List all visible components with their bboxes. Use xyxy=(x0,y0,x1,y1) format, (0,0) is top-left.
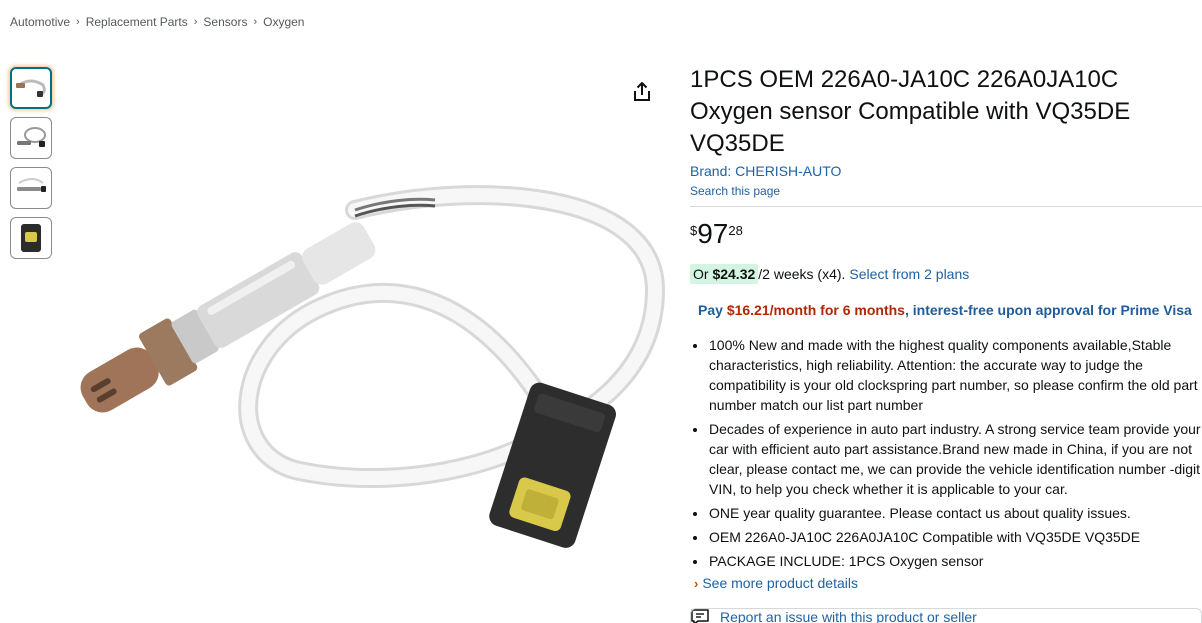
breadcrumb-automotive[interactable]: Automotive xyxy=(10,15,70,29)
thumbnail-list xyxy=(10,67,52,259)
chevron-right-icon: › xyxy=(694,575,699,591)
breadcrumb-oxygen[interactable]: Oxygen xyxy=(263,15,304,29)
breadcrumb-replacement-parts[interactable]: Replacement Parts xyxy=(86,15,188,29)
product-info: 1PCS OEM 226A0-JA10C 226A0JA10C Oxygen s… xyxy=(690,64,1202,623)
installment-amount: $24.32 xyxy=(712,266,756,282)
feature-bullet: PACKAGE INCLUDE: 1PCS Oxygen sensor xyxy=(708,551,1202,571)
sensor-coiled-thumbnail-icon xyxy=(17,127,46,147)
sensor-wire-thumbnail-icon xyxy=(16,79,46,97)
promo-pay: Pay xyxy=(698,302,727,318)
installment-offer: Or $24.32 /2 weeks (x4). Select from 2 p… xyxy=(690,264,1202,284)
connector-thumbnail-icon xyxy=(21,224,41,252)
promo-amount: $16.21/month for 6 months xyxy=(726,302,905,318)
divider xyxy=(690,206,1202,207)
price-symbol: $ xyxy=(690,223,698,238)
brand-link[interactable]: Brand: CHERISH-AUTO xyxy=(690,163,1202,179)
sensor-side-thumbnail-icon xyxy=(17,178,46,192)
price-whole: 97 xyxy=(697,218,729,249)
breadcrumb-separator: › xyxy=(253,16,258,28)
breadcrumb-sensors[interactable]: Sensors xyxy=(203,15,247,29)
installment-highlight: Or $24.32 xyxy=(690,264,759,284)
installment-rest: /2 weeks (x4). xyxy=(758,266,846,282)
breadcrumb-separator: › xyxy=(193,16,198,28)
buy-box-edge xyxy=(690,608,1202,623)
price: $ 97 28 xyxy=(690,220,1202,248)
price-fraction: 28 xyxy=(728,223,743,238)
see-more-label: See more product details xyxy=(702,575,858,591)
thumbnail-2[interactable] xyxy=(10,117,52,159)
feature-bullets: 100% New and made with the highest quali… xyxy=(690,335,1202,571)
select-plans-link[interactable]: Select from 2 plans xyxy=(849,266,969,282)
see-more-details-link[interactable]: › See more product details xyxy=(694,575,1202,591)
thumbnail-4[interactable] xyxy=(10,217,52,259)
product-title: 1PCS OEM 226A0-JA10C 226A0JA10C Oxygen s… xyxy=(690,66,1131,157)
breadcrumb-separator: › xyxy=(76,16,80,28)
search-this-page-link[interactable]: Search this page xyxy=(690,184,1202,198)
feature-bullet: Decades of experience in auto part indus… xyxy=(708,419,1202,499)
feature-bullet: OEM 226A0-JA10C 226A0JA10C Compatible wi… xyxy=(708,527,1202,547)
main-product-image[interactable] xyxy=(55,170,675,580)
installment-prefix: Or xyxy=(693,266,713,282)
promo-rest: , interest-free upon approval for Prime … xyxy=(904,302,1192,318)
feature-bullet: 100% New and made with the highest quali… xyxy=(708,335,1202,415)
feature-bullet: ONE year quality guarantee. Please conta… xyxy=(708,503,1202,523)
thumbnail-3[interactable] xyxy=(10,167,52,209)
prime-visa-promo[interactable]: Pay $16.21/month for 6 months, interest-… xyxy=(698,302,1202,318)
breadcrumb: Automotive › Replacement Parts › Sensors… xyxy=(10,15,304,29)
share-icon[interactable] xyxy=(630,80,654,104)
thumbnail-1[interactable] xyxy=(10,67,52,109)
